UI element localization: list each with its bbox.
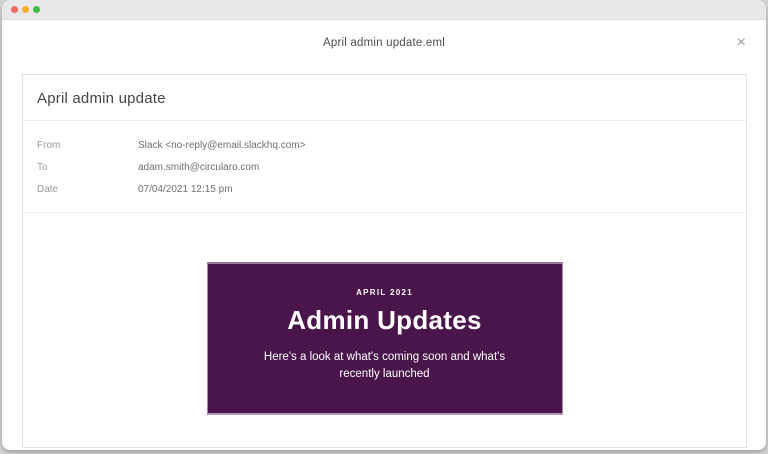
- email-preview-card: April admin update From Slack <no-reply@…: [22, 74, 747, 448]
- banner-eyebrow: APRIL 2021: [208, 288, 562, 297]
- meta-value-to: adam.smith@circularo.com: [138, 162, 259, 173]
- email-meta: From Slack <no-reply@email.slackhq.com> …: [23, 121, 746, 213]
- meta-value-date: 07/04/2021 12:15 pm: [138, 184, 233, 195]
- meta-row-date: Date 07/04/2021 12:15 pm: [37, 178, 732, 200]
- document-title: April admin update.eml: [323, 37, 445, 49]
- window-titlebar[interactable]: [2, 0, 766, 20]
- meta-row-from: From Slack <no-reply@email.slackhq.com>: [37, 134, 732, 156]
- zoom-window-button[interactable]: [33, 6, 40, 13]
- minimize-window-button[interactable]: [22, 6, 29, 13]
- meta-value-from: Slack <no-reply@email.slackhq.com>: [138, 140, 305, 151]
- meta-label: Date: [37, 184, 138, 195]
- eml-viewer-window: April admin update.eml × April admin upd…: [2, 0, 766, 450]
- meta-row-to: To adam.smith@circularo.com: [37, 156, 732, 178]
- close-button[interactable]: ×: [737, 35, 746, 51]
- email-banner: APRIL 2021 Admin Updates Here's a look a…: [207, 262, 563, 415]
- banner-title: Admin Updates: [208, 305, 562, 336]
- close-window-button[interactable]: [11, 6, 18, 13]
- email-body: APRIL 2021 Admin Updates Here's a look a…: [23, 213, 746, 415]
- meta-label: From: [37, 140, 138, 151]
- banner-subtitle: Here's a look at what's coming soon and …: [253, 349, 517, 383]
- viewer-header: April admin update.eml ×: [2, 20, 766, 66]
- desktop-background: { "window": { "controls": [ { "name": "c…: [0, 0, 768, 454]
- close-icon: ×: [737, 34, 746, 51]
- email-subject: April admin update: [23, 75, 746, 121]
- meta-label: To: [37, 162, 138, 173]
